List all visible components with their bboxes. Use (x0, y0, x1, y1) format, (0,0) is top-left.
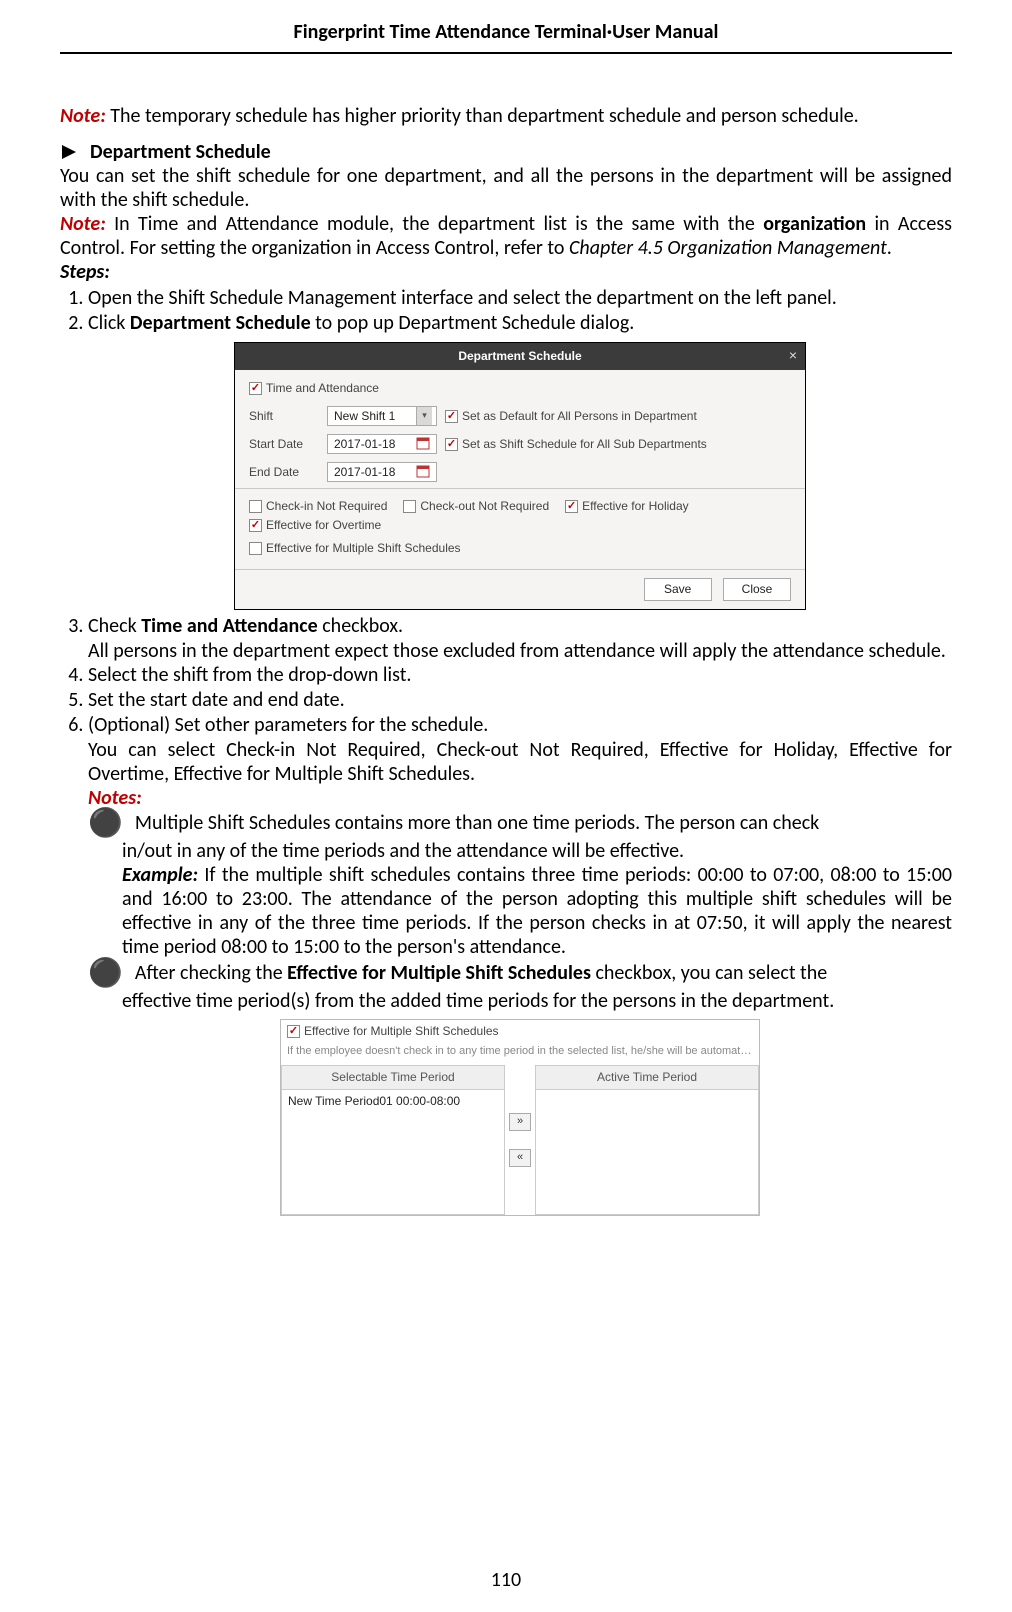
effective-overtime-checkbox[interactable]: ✓Effective for Overtime (249, 518, 381, 533)
section-note: Note: In Time and Attendance module, the… (60, 212, 952, 260)
step-3b: Time and Attendance (141, 614, 318, 638)
save-button[interactable]: Save (644, 578, 712, 601)
section-heading: Department Schedule (60, 140, 952, 164)
page-number: 110 (0, 1568, 1012, 1592)
step-2c: to pop up Department Schedule dialog. (311, 311, 635, 335)
effective-holiday-checkbox[interactable]: ✓Effective for Holiday (565, 499, 689, 514)
arrow-icon (60, 143, 78, 161)
chevron-down-icon: ▾ (416, 407, 432, 425)
calendar-icon (416, 464, 432, 480)
opt-checkout-label: Check-out Not Required (420, 499, 549, 514)
end-date-value: 2017-01-18 (332, 465, 395, 480)
step-4: Select the shift from the drop-down list… (88, 663, 952, 688)
multi-shift-panel: ✓Effective for Multiple Shift Schedules … (280, 1019, 760, 1216)
step-2a: Click (88, 311, 130, 335)
step-6-detail: You can select Check-in Not Required, Ch… (88, 738, 952, 786)
close-icon[interactable]: × (789, 347, 797, 365)
notes-label: Notes: (88, 786, 952, 811)
start-date-value: 2017-01-18 (332, 437, 395, 452)
time-attendance-checkbox[interactable]: ✓Time and Attendance (249, 381, 379, 396)
bullet-2c: checkbox, you can select the (591, 961, 827, 985)
checkin-not-required-checkbox[interactable]: Check-in Not Required (249, 499, 387, 514)
section-para1: You can set the shift schedule for one d… (60, 164, 952, 212)
example-label: Example: (122, 863, 198, 887)
selectable-header: Selectable Time Period (282, 1066, 504, 1090)
close-button[interactable]: Close (723, 578, 791, 601)
step-2: Click Department Schedule to pop up Depa… (88, 311, 952, 610)
shift-value: New Shift 1 (332, 409, 395, 424)
active-header: Active Time Period (536, 1066, 758, 1090)
end-date-label: End Date (249, 465, 319, 480)
effective-multi-checkbox[interactable]: Effective for Multiple Shift Schedules (249, 541, 461, 556)
bullet-icon: ⚫ (88, 809, 123, 837)
opt-overtime-label: Effective for Overtime (266, 518, 381, 533)
bullet-icon: ⚫ (88, 959, 123, 987)
step-3a: Check (88, 614, 141, 638)
opt-multi-label: Effective for Multiple Shift Schedules (266, 541, 461, 556)
bullet-2b: Effective for Multiple Shift Schedules (287, 961, 591, 985)
list-item: ⚫ After checking the Effective for Multi… (88, 961, 952, 987)
opt-holiday-label: Effective for Holiday (582, 499, 689, 514)
note-t2: organization (763, 212, 866, 236)
intro-note: Note: The temporary schedule has higher … (60, 104, 952, 128)
list-item: ⚫ Multiple Shift Schedules contains more… (88, 811, 952, 837)
steps-list: Open the Shift Schedule Management inter… (60, 286, 952, 1216)
step-6: (Optional) Set other parameters for the … (88, 713, 952, 1216)
msp-hint: If the employee doesn't check in to any … (281, 1043, 759, 1065)
page-header: Fingerprint Time Attendance Terminal·Use… (60, 20, 952, 54)
dialog-titlebar: Department Schedule × (235, 343, 805, 370)
note-t5: . (887, 236, 892, 260)
move-right-button[interactable]: » (509, 1113, 531, 1131)
step-3-detail: All persons in the department expect tho… (88, 639, 952, 663)
step-3c: checkbox. (318, 614, 403, 638)
bullet-2-line2: effective time period(s) from the added … (88, 989, 952, 1013)
set-default-checkbox[interactable]: ✓Set as Default for All Persons in Depar… (445, 409, 697, 424)
step-2b: Department Schedule (130, 311, 311, 335)
bullet-1-line2: in/out in any of the time periods and th… (122, 839, 952, 863)
move-left-button[interactable]: « (509, 1149, 531, 1167)
section-title-text: Department Schedule (90, 140, 271, 164)
step-3: Check Time and Attendance checkbox. All … (88, 614, 952, 663)
opt-default-label: Set as Default for All Persons in Depart… (462, 409, 697, 424)
calendar-icon (416, 436, 432, 452)
bullet-2a: After checking the (135, 961, 287, 985)
msp-effective-checkbox[interactable]: ✓Effective for Multiple Shift Schedules (287, 1024, 499, 1039)
end-date-input[interactable]: 2017-01-18 (327, 462, 437, 482)
selectable-body[interactable]: New Time Period01 00:00-08:00 (282, 1090, 504, 1214)
ta-label: Time and Attendance (266, 381, 379, 396)
note-label: Note: (60, 212, 106, 236)
msp-top-label: Effective for Multiple Shift Schedules (304, 1024, 499, 1039)
opt-checkin-label: Check-in Not Required (266, 499, 387, 514)
note-t4: Chapter 4.5 Organization Management (569, 236, 887, 260)
active-column: Active Time Period (535, 1065, 759, 1215)
shift-label: Shift (249, 409, 319, 424)
checkout-not-required-checkbox[interactable]: Check-out Not Required (403, 499, 549, 514)
opt-subdept-label: Set as Shift Schedule for All Sub Depart… (462, 437, 707, 452)
note-t1: In Time and Attendance module, the depar… (106, 212, 763, 236)
example-text: If the multiple shift schedules contains… (122, 863, 952, 959)
bullet-1-line1: Multiple Shift Schedules contains more t… (135, 811, 952, 836)
time-period-item[interactable]: New Time Period01 00:00-08:00 (288, 1094, 498, 1109)
dialog-title-text: Department Schedule (458, 349, 581, 363)
start-date-label: Start Date (249, 437, 319, 452)
shift-select[interactable]: New Shift 1 ▾ (327, 406, 437, 426)
selectable-column: Selectable Time Period New Time Period01… (281, 1065, 505, 1215)
step-6-text: (Optional) Set other parameters for the … (88, 713, 488, 737)
active-body[interactable] (536, 1090, 758, 1214)
note-label: Note: (60, 104, 106, 128)
department-schedule-dialog: Department Schedule × ✓Time and Attendan… (234, 342, 806, 610)
intro-note-text: The temporary schedule has higher priori… (106, 104, 859, 128)
steps-label: Steps: (60, 260, 952, 284)
set-subdept-checkbox[interactable]: ✓Set as Shift Schedule for All Sub Depar… (445, 437, 707, 452)
step-5: Set the start date and end date. (88, 688, 952, 713)
step-1: Open the Shift Schedule Management inter… (88, 286, 952, 311)
start-date-input[interactable]: 2017-01-18 (327, 434, 437, 454)
